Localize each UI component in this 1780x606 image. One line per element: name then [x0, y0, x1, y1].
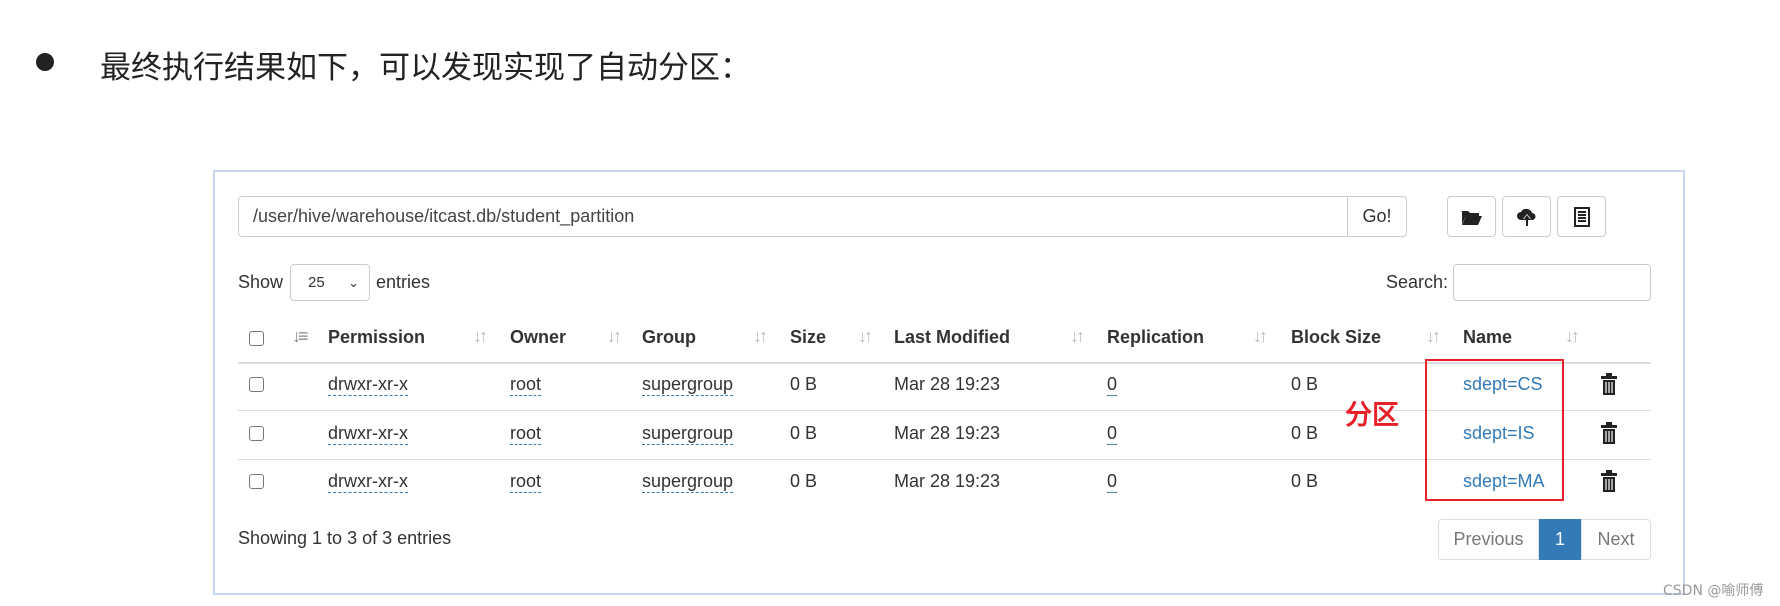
cloud-upload-icon: [1516, 208, 1535, 226]
sort-icon[interactable]: ↓↑: [753, 326, 768, 347]
permission-cell[interactable]: drwxr-xr-x: [328, 423, 408, 445]
group-cell[interactable]: supergroup: [642, 471, 734, 493]
search-label: Search:: [1386, 272, 1449, 292]
previous-button[interactable]: Previous: [1438, 519, 1539, 560]
sort-icon[interactable]: ↓↑: [1426, 326, 1441, 347]
entries-value: 25: [308, 274, 325, 291]
partition-annotation: 分区: [1345, 400, 1399, 431]
modified-cell: Mar 28 19:23: [894, 374, 1001, 394]
sort-icon[interactable]: ↓↑: [1565, 326, 1580, 347]
column-group[interactable]: Group: [642, 327, 696, 348]
search-input[interactable]: [1453, 264, 1651, 301]
row-checkbox[interactable]: [249, 474, 264, 489]
modified-cell: Mar 28 19:23: [894, 423, 1001, 443]
delete-button[interactable]: [1601, 470, 1617, 497]
trash-icon: [1601, 470, 1617, 492]
select-all-checkbox[interactable]: [249, 331, 264, 346]
heading: 最终执行结果如下，可以发现实现了自动分区：: [100, 50, 751, 86]
cut-paste-button[interactable]: [1557, 196, 1606, 237]
column-size[interactable]: Size: [790, 327, 826, 348]
column-last-modified[interactable]: Last Modified: [894, 327, 1010, 348]
owner-cell[interactable]: root: [510, 423, 542, 445]
page-1-button[interactable]: 1: [1539, 519, 1581, 560]
trash-icon: [1601, 422, 1617, 444]
column-replication[interactable]: Replication: [1107, 327, 1204, 348]
create-directory-button[interactable]: [1447, 196, 1496, 237]
sort-icon[interactable]: ↓↑: [858, 326, 873, 347]
trash-icon: [1601, 373, 1617, 395]
delete-button[interactable]: [1601, 422, 1617, 449]
list-icon: [1573, 206, 1590, 227]
group-cell[interactable]: supergroup: [642, 423, 734, 445]
sort-icon[interactable]: ↓↑: [1070, 326, 1085, 347]
entries-label: entries: [376, 272, 431, 292]
showing-info: Showing 1 to 3 of 3 entries: [238, 528, 452, 548]
row-checkbox[interactable]: [249, 426, 264, 441]
go-button[interactable]: Go!: [1347, 196, 1407, 237]
path-input[interactable]: /user/hive/warehouse/itcast.db/student_p…: [238, 196, 1348, 237]
chevron-down-icon: ⌄: [348, 275, 359, 290]
modified-cell: Mar 28 19:23: [894, 471, 1001, 491]
block-size-cell: 0 B: [1291, 471, 1319, 491]
entries-select[interactable]: 25 ⌄: [290, 264, 370, 301]
row-checkbox[interactable]: [249, 377, 264, 392]
owner-cell[interactable]: root: [510, 471, 542, 493]
bullet: [36, 53, 54, 71]
next-button[interactable]: Next: [1581, 519, 1651, 560]
replication-cell[interactable]: 0: [1107, 374, 1118, 396]
size-cell: 0 B: [790, 423, 818, 443]
column-block-size[interactable]: Block Size: [1291, 327, 1381, 348]
block-size-cell: 0 B: [1291, 374, 1319, 394]
partition-highlight-box: [1425, 359, 1564, 501]
show-label: Show: [238, 272, 284, 292]
permission-cell[interactable]: drwxr-xr-x: [328, 374, 408, 396]
upload-button[interactable]: [1502, 196, 1551, 237]
size-cell: 0 B: [790, 374, 818, 394]
replication-cell[interactable]: 0: [1107, 471, 1118, 493]
folder-open-icon: [1461, 210, 1482, 225]
permission-cell[interactable]: drwxr-xr-x: [328, 471, 408, 493]
sort-icon[interactable]: ↓↑: [607, 326, 622, 347]
column-owner[interactable]: Owner: [510, 327, 566, 348]
column-name[interactable]: Name: [1463, 327, 1512, 348]
sort-icon[interactable]: ↓≡: [292, 326, 308, 347]
sort-icon[interactable]: ↓↑: [1253, 326, 1268, 347]
group-cell[interactable]: supergroup: [642, 374, 734, 396]
block-size-cell: 0 B: [1291, 423, 1319, 443]
owner-cell[interactable]: root: [510, 374, 542, 396]
sort-icon[interactable]: ↓↑: [473, 326, 488, 347]
delete-button[interactable]: [1601, 373, 1617, 400]
watermark: CSDN @喻师傅: [1663, 583, 1764, 599]
column-permission[interactable]: Permission: [328, 327, 425, 348]
replication-cell[interactable]: 0: [1107, 423, 1118, 445]
size-cell: 0 B: [790, 471, 818, 491]
